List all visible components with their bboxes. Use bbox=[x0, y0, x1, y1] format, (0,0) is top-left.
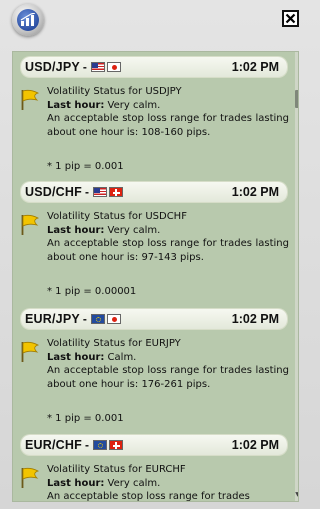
stop-loss-range: An acceptable stop loss range for trades bbox=[47, 491, 250, 502]
entry-title: Volatility Status for EURCHF bbox=[47, 464, 186, 475]
entry-body: Volatility Status for EURJPY Last hour: … bbox=[47, 337, 289, 391]
separator: - bbox=[82, 312, 87, 326]
scrollbar-thumb[interactable] bbox=[295, 90, 298, 108]
app-logo[interactable] bbox=[12, 4, 44, 36]
last-hour-label: Last hour: bbox=[47, 477, 105, 489]
pennant-flag-icon bbox=[20, 89, 40, 111]
volatility-panel: USD/JPY - 1:02 PM Volatility Status for … bbox=[12, 51, 299, 502]
last-hour-label: Last hour: bbox=[47, 351, 105, 363]
stop-loss-range: An acceptable stop loss range for trades… bbox=[47, 113, 289, 138]
pennant-flag-icon bbox=[20, 341, 40, 363]
close-x-icon bbox=[285, 13, 296, 24]
entry-body: Volatility Status for EURCHF Last hour: … bbox=[47, 463, 289, 502]
timestamp: 1:02 PM bbox=[231, 312, 279, 326]
last-hour-value: Calm. bbox=[104, 351, 137, 363]
last-hour-label: Last hour: bbox=[47, 224, 105, 236]
last-hour-value: Very calm. bbox=[104, 224, 161, 236]
entry-title: Volatility Status for USDJPY bbox=[47, 86, 182, 97]
entry-title: Volatility Status for EURJPY bbox=[47, 338, 181, 349]
chart-bars-icon bbox=[17, 9, 39, 31]
timestamp: 1:02 PM bbox=[231, 438, 279, 452]
pip-note: * 1 pip = 0.00001 bbox=[47, 286, 137, 297]
stop-loss-range: An acceptable stop loss range for trades… bbox=[47, 238, 289, 263]
last-hour-value: Very calm. bbox=[104, 99, 161, 111]
pennant-flag-icon bbox=[20, 467, 40, 489]
vertical-scrollbar[interactable]: ▼ bbox=[295, 52, 298, 501]
last-hour-value: Very calm. bbox=[104, 477, 161, 489]
pair-label: EUR/CHF bbox=[25, 438, 82, 452]
us-flag-icon bbox=[92, 187, 107, 197]
entry-header-usdchf: USD/CHF - 1:02 PM bbox=[21, 182, 287, 202]
timestamp: 1:02 PM bbox=[231, 185, 279, 199]
eu-flag-icon bbox=[92, 440, 107, 450]
entry-header-eurjpy: EUR/JPY - 1:02 PM bbox=[21, 309, 287, 329]
stop-loss-range: An acceptable stop loss range for trades… bbox=[47, 365, 289, 390]
pip-note: * 1 pip = 0.001 bbox=[47, 161, 124, 172]
ch-flag-icon bbox=[108, 440, 123, 450]
entries-list[interactable]: USD/JPY - 1:02 PM Volatility Status for … bbox=[13, 52, 295, 502]
separator: - bbox=[84, 438, 89, 452]
jp-flag-icon bbox=[106, 62, 121, 72]
timestamp: 1:02 PM bbox=[231, 60, 279, 74]
pair-label: EUR/JPY bbox=[25, 312, 80, 326]
separator: - bbox=[82, 60, 87, 74]
top-bar bbox=[0, 0, 310, 46]
pennant-flag-icon bbox=[20, 214, 40, 236]
jp-flag-icon bbox=[106, 314, 121, 324]
entry-title: Volatility Status for USDCHF bbox=[47, 211, 187, 222]
pair-label: USD/CHF bbox=[25, 185, 82, 199]
separator: - bbox=[84, 185, 89, 199]
pip-note: * 1 pip = 0.001 bbox=[47, 413, 124, 424]
entry-body: Volatility Status for USDJPY Last hour: … bbox=[47, 85, 289, 139]
us-flag-icon bbox=[90, 62, 105, 72]
entry-header-usdjpy: USD/JPY - 1:02 PM bbox=[21, 57, 287, 77]
entry-header-eurchf: EUR/CHF - 1:02 PM bbox=[21, 435, 287, 455]
eu-flag-icon bbox=[90, 314, 105, 324]
close-button[interactable] bbox=[282, 10, 299, 27]
scroll-down-arrow-icon[interactable]: ▼ bbox=[295, 489, 298, 499]
last-hour-label: Last hour: bbox=[47, 99, 105, 111]
ch-flag-icon bbox=[108, 187, 123, 197]
entry-body: Volatility Status for USDCHF Last hour: … bbox=[47, 210, 289, 264]
pair-label: USD/JPY bbox=[25, 60, 80, 74]
